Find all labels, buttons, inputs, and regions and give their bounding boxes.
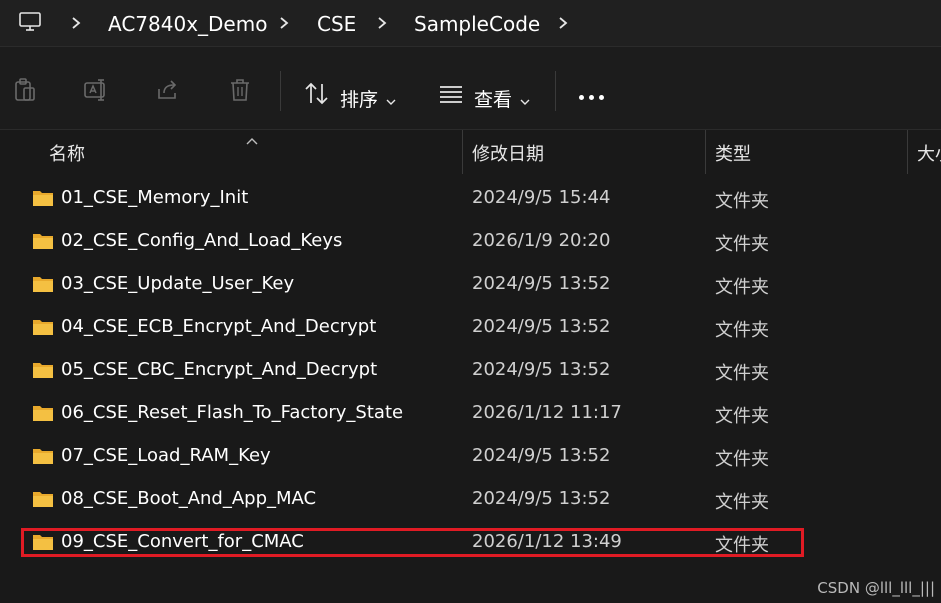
column-header-date[interactable]: 修改日期 [472,140,544,166]
file-date: 2024/9/5 13:52 [472,445,611,466]
chevron-right-icon[interactable] [68,15,84,31]
folder-icon [32,275,54,293]
file-name: 05_CSE_CBC_Encrypt_And_Decrypt [61,359,378,380]
sort-button[interactable]: 排序 [340,85,378,112]
sort-icon[interactable] [304,81,330,107]
toolbar-divider [280,71,281,111]
folder-icon [32,232,54,250]
file-date: 2026/1/9 20:20 [472,230,611,251]
folder-icon [32,490,54,508]
delete-icon[interactable] [227,77,253,103]
file-type: 文件夹 [715,449,769,470]
column-header-row: 名称 修改日期 类型 大小 [0,130,941,174]
column-header-size[interactable]: 大小 [917,140,941,166]
view-button[interactable]: 查看 [474,85,512,112]
more-icon[interactable] [579,95,607,101]
folder-icon [32,318,54,336]
breadcrumb-item[interactable]: CSE [317,12,356,36]
toolbar-divider [555,71,556,111]
file-date: 2024/9/5 13:52 [472,273,611,294]
file-date: 2026/1/12 11:17 [472,402,622,423]
file-date: 2024/9/5 15:44 [472,187,611,208]
chevron-right-icon[interactable] [276,15,292,31]
list-item[interactable]: 06_CSE_Reset_Flash_To_Factory_State 2026… [0,392,941,435]
file-name: 07_CSE_Load_RAM_Key [61,445,271,466]
list-item[interactable]: 01_CSE_Memory_Init 2024/9/5 15:44 文件夹 [0,177,941,220]
chevron-down-icon[interactable] [386,91,396,105]
file-name: 06_CSE_Reset_Flash_To_Factory_State [61,402,404,423]
file-type: 文件夹 [715,492,769,513]
paste-icon[interactable] [12,77,38,103]
list-item[interactable]: 03_CSE_Update_User_Key 2024/9/5 13:52 文件… [0,263,941,306]
list-item[interactable]: 02_CSE_Config_And_Load_Keys 2026/1/9 20:… [0,220,941,263]
column-divider[interactable] [705,130,706,174]
folder-icon [32,361,54,379]
chevron-down-icon[interactable] [520,91,530,105]
column-divider[interactable] [462,130,463,174]
file-type: 文件夹 [715,320,769,341]
folder-icon [32,404,54,422]
file-type: 文件夹 [715,277,769,298]
list-item[interactable]: 07_CSE_Load_RAM_Key 2024/9/5 13:52 文件夹 [0,435,941,478]
file-type: 文件夹 [715,363,769,384]
list-item[interactable]: 08_CSE_Boot_And_App_MAC 2024/9/5 13:52 文… [0,478,941,521]
watermark: CSDN @lll_lll_||| [817,579,935,597]
folder-icon [32,447,54,465]
file-name: 03_CSE_Update_User_Key [61,273,295,294]
address-bar[interactable]: AC7840x_Demo CSE SampleCode [0,0,941,46]
file-type: 文件夹 [715,191,769,212]
highlight-annotation [21,528,804,557]
share-icon[interactable] [155,77,181,103]
sort-ascending-icon [246,130,258,145]
folder-icon [32,189,54,207]
list-item[interactable]: 04_CSE_ECB_Encrypt_And_Decrypt 2024/9/5 … [0,306,941,349]
rename-icon[interactable] [83,77,109,103]
chevron-right-icon[interactable] [555,15,571,31]
file-name: 08_CSE_Boot_And_App_MAC [61,488,317,509]
file-date: 2024/9/5 13:52 [472,316,611,337]
file-type: 文件夹 [715,234,769,255]
file-name: 02_CSE_Config_And_Load_Keys [61,230,343,251]
file-name: 01_CSE_Memory_Init [61,187,249,208]
breadcrumb-item[interactable]: AC7840x_Demo [108,12,267,36]
view-icon[interactable] [438,83,464,105]
file-name: 04_CSE_ECB_Encrypt_And_Decrypt [61,316,377,337]
breadcrumb-item[interactable]: SampleCode [414,12,540,36]
list-item[interactable]: 05_CSE_CBC_Encrypt_And_Decrypt 2024/9/5 … [0,349,941,392]
file-date: 2024/9/5 13:52 [472,488,611,509]
chevron-right-icon[interactable] [374,15,390,31]
column-header-name[interactable]: 名称 [49,140,85,166]
command-bar: 排序 查看 [0,46,941,130]
column-divider[interactable] [907,130,908,174]
file-date: 2024/9/5 13:52 [472,359,611,380]
file-type: 文件夹 [715,406,769,427]
computer-icon[interactable] [18,11,42,33]
column-header-type[interactable]: 类型 [715,140,751,166]
